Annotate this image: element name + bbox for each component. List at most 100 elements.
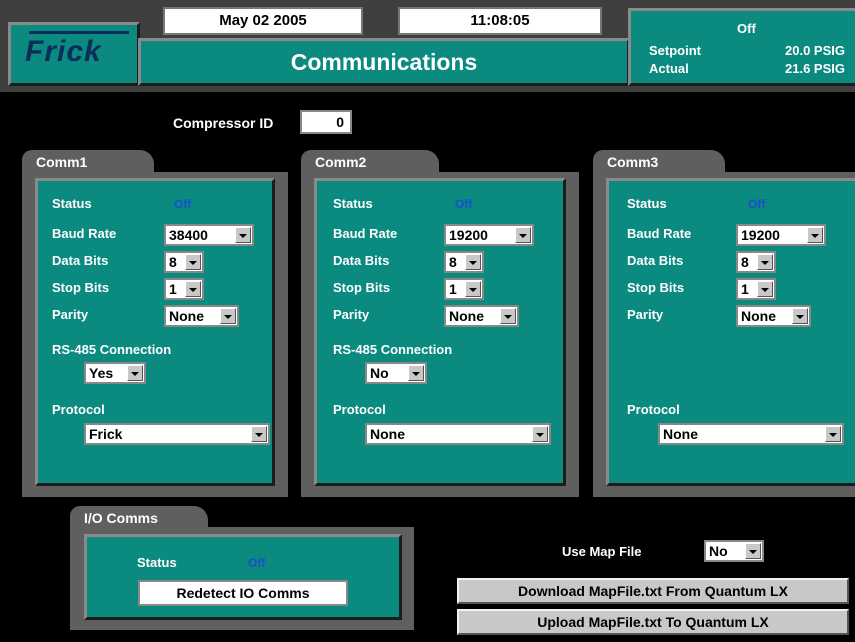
io-comms-panel [84, 534, 402, 620]
frick-logo: Frick [25, 35, 102, 68]
comm2-parity-select[interactable]: None [444, 305, 519, 327]
comm2-baud-select[interactable]: 19200 [444, 224, 534, 246]
comm2-databits-select[interactable]: 8 [444, 251, 484, 273]
chevron-down-icon[interactable] [127, 365, 143, 381]
status-panel: Off Setpoint 20.0 PSIG Actual 21.6 PSIG [628, 8, 855, 86]
comm2-protocol-value: None [370, 426, 405, 442]
comm2-databits-label: Data Bits [333, 253, 390, 268]
actual-value: 21.6 PSIG [785, 61, 845, 76]
chevron-down-icon[interactable] [532, 426, 548, 442]
comm2-parity-value: None [449, 308, 484, 324]
chevron-down-icon[interactable] [185, 254, 201, 270]
logo-panel: Frick [8, 22, 140, 86]
chevron-down-icon[interactable] [792, 308, 808, 324]
comm3-baud-value: 19200 [741, 227, 780, 243]
tab-comm2[interactable]: Comm2 [301, 150, 439, 174]
comm1-stopbits-label: Stop Bits [52, 280, 110, 295]
comm1-baud-label: Baud Rate [52, 226, 117, 241]
comm1-stopbits-value: 1 [169, 281, 177, 297]
chevron-down-icon[interactable] [757, 281, 773, 297]
setpoint-value: 20.0 PSIG [785, 43, 845, 58]
date-display: May 02 2005 [163, 7, 363, 35]
comm1-protocol-label: Protocol [52, 402, 105, 417]
chevron-down-icon[interactable] [825, 426, 841, 442]
chevron-down-icon[interactable] [185, 281, 201, 297]
chevron-down-icon[interactable] [465, 281, 481, 297]
redetect-io-comms-button[interactable]: Redetect IO Comms [138, 580, 348, 606]
chevron-down-icon[interactable] [465, 254, 481, 270]
chevron-down-icon[interactable] [515, 227, 531, 243]
comm1-protocol-select[interactable]: Frick [84, 423, 270, 445]
comm1-rs485-select[interactable]: Yes [84, 362, 146, 384]
chevron-down-icon[interactable] [235, 227, 251, 243]
comm1-protocol-value: Frick [89, 426, 123, 442]
comm2-baud-value: 19200 [449, 227, 488, 243]
comm1-baud-value: 38400 [169, 227, 208, 243]
tab-comm3[interactable]: Comm3 [593, 150, 725, 174]
comm3-protocol-select[interactable]: None [658, 423, 844, 445]
comm1-baud-select[interactable]: 38400 [164, 224, 254, 246]
download-mapfile-button[interactable]: Download MapFile.txt From Quantum LX [457, 578, 849, 604]
time-display: 11:08:05 [398, 7, 602, 35]
title-panel: Communications [138, 38, 630, 86]
chevron-down-icon[interactable] [408, 365, 424, 381]
use-map-file-label: Use Map File [562, 544, 642, 559]
comm2-parity-label: Parity [333, 307, 370, 322]
comm2-status-label: Status [333, 196, 373, 211]
comm3-baud-select[interactable]: 19200 [736, 224, 826, 246]
compressor-id-label: Compressor ID [173, 115, 274, 131]
comm1-rs485-label: RS-485 Connection [52, 342, 172, 357]
setpoint-label: Setpoint [649, 43, 701, 58]
machine-state: Off [737, 21, 756, 36]
comm2-databits-value: 8 [449, 254, 457, 270]
comm2-rs485-label: RS-485 Connection [333, 342, 453, 357]
comm1-rs485-value: Yes [89, 365, 114, 381]
comm3-protocol-value: None [663, 426, 698, 442]
comm3-stopbits-select[interactable]: 1 [736, 278, 776, 300]
chevron-down-icon[interactable] [500, 308, 516, 324]
io-status-value: Off [248, 556, 266, 570]
compressor-id-input[interactable]: 0 [300, 110, 352, 134]
chevron-down-icon[interactable] [251, 426, 267, 442]
comm2-stopbits-value: 1 [449, 281, 457, 297]
comm3-parity-label: Parity [627, 307, 664, 322]
comm1-databits-label: Data Bits [52, 253, 109, 268]
tab-comm1[interactable]: Comm1 [22, 150, 154, 174]
use-map-file-select[interactable]: No [704, 540, 764, 562]
comm1-databits-select[interactable]: 8 [164, 251, 204, 273]
comm2-rs485-select[interactable]: No [365, 362, 427, 384]
comm3-databits-value: 8 [741, 254, 749, 270]
comm2-rs485-value: No [370, 365, 389, 381]
comm3-parity-value: None [741, 308, 776, 324]
page-title: Communications [290, 49, 478, 75]
comm1-parity-label: Parity [52, 307, 89, 322]
actual-label: Actual [649, 61, 689, 76]
comm1-parity-select[interactable]: None [164, 305, 239, 327]
chevron-down-icon[interactable] [757, 254, 773, 270]
comm1-stopbits-select[interactable]: 1 [164, 278, 204, 300]
comm1-parity-value: None [169, 308, 204, 324]
comm2-protocol-label: Protocol [333, 402, 386, 417]
comm3-databits-select[interactable]: 8 [736, 251, 776, 273]
comm3-parity-select[interactable]: None [736, 305, 811, 327]
comm1-status-label: Status [52, 196, 92, 211]
comm3-stopbits-value: 1 [741, 281, 749, 297]
chevron-down-icon[interactable] [745, 543, 761, 559]
comm3-stopbits-label: Stop Bits [627, 280, 685, 295]
comm3-databits-label: Data Bits [627, 253, 684, 268]
chevron-down-icon[interactable] [807, 227, 823, 243]
comm2-stopbits-select[interactable]: 1 [444, 278, 484, 300]
comm2-status-value: Off [455, 197, 473, 211]
comm3-status-value: Off [748, 197, 766, 211]
upload-mapfile-button[interactable]: Upload MapFile.txt To Quantum LX [457, 609, 849, 635]
comm2-baud-label: Baud Rate [333, 226, 398, 241]
io-status-label: Status [137, 555, 177, 570]
comm2-protocol-select[interactable]: None [365, 423, 551, 445]
logo-rule-top [29, 31, 129, 34]
use-map-file-value: No [709, 543, 728, 559]
comm1-databits-value: 8 [169, 254, 177, 270]
comm3-status-label: Status [627, 196, 667, 211]
comm2-stopbits-label: Stop Bits [333, 280, 391, 295]
comm3-protocol-label: Protocol [627, 402, 680, 417]
chevron-down-icon[interactable] [220, 308, 236, 324]
